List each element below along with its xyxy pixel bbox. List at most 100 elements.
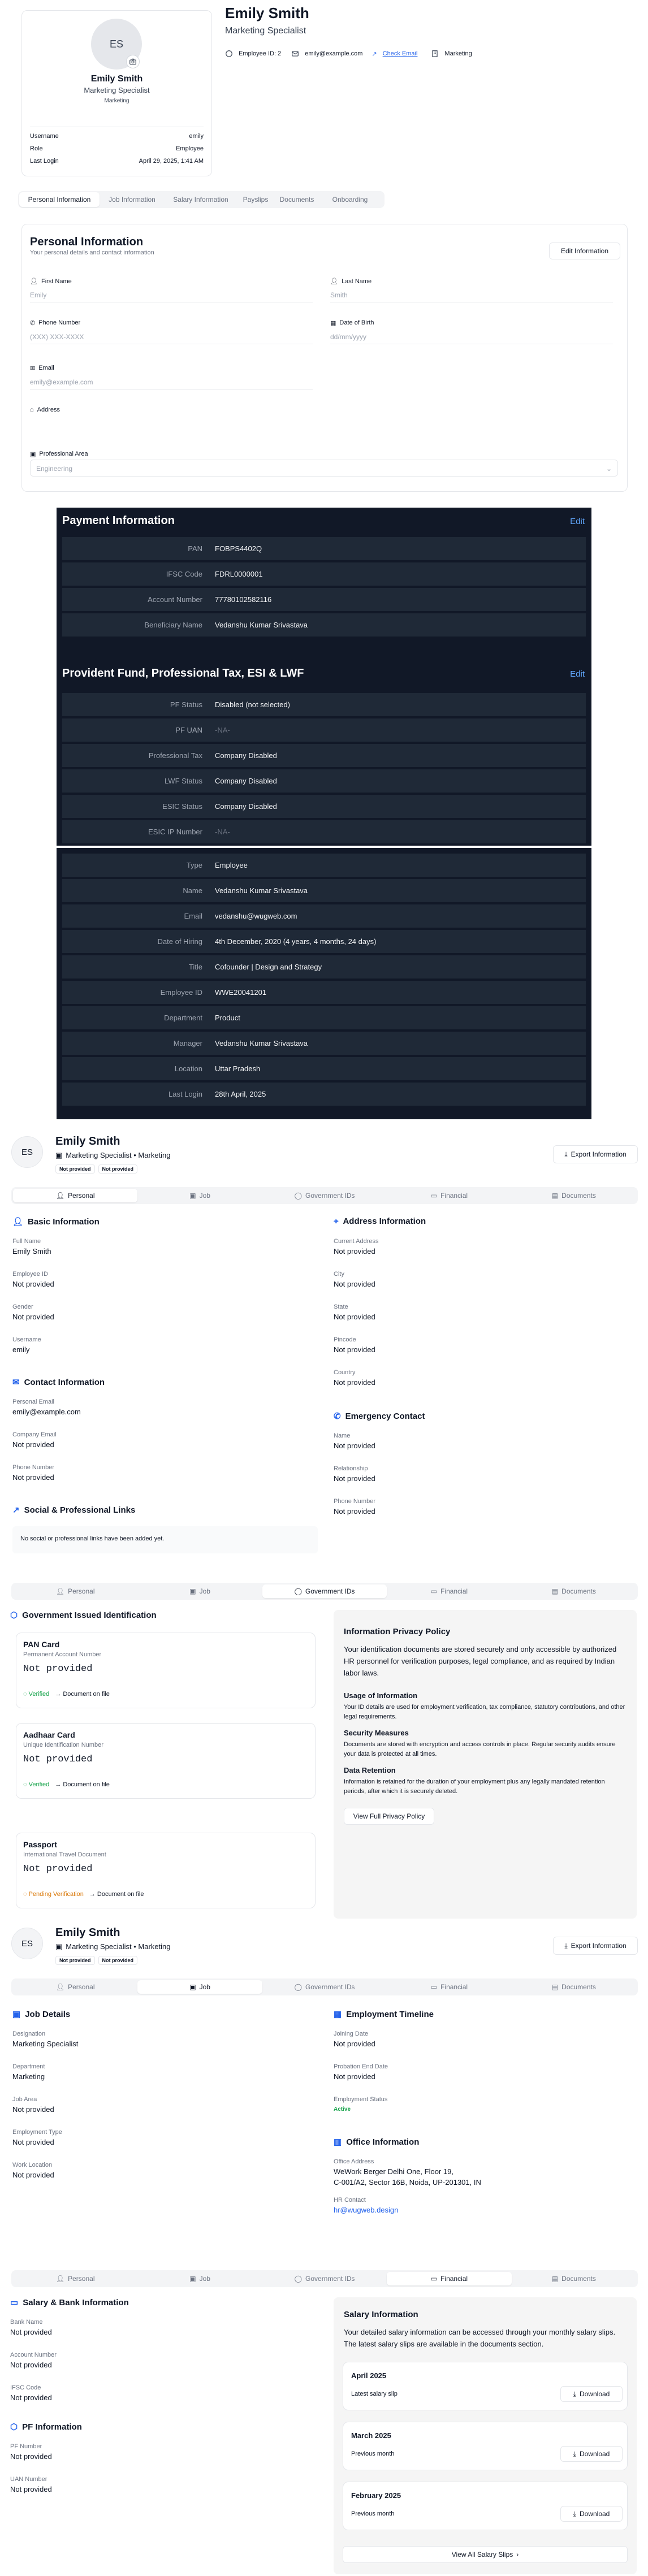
label: First Name bbox=[41, 278, 72, 285]
credit-card-icon: ▭ bbox=[10, 2298, 19, 2307]
value: Company Disabled bbox=[215, 777, 277, 785]
tab-job[interactable]: ▣ Job bbox=[137, 2272, 262, 2285]
phone-placeholder: (XXX) XXX-XXXX bbox=[30, 333, 84, 341]
tab-label: Financial bbox=[440, 1587, 468, 1595]
tab-documents[interactable]: ▤ Documents bbox=[512, 1189, 636, 1202]
tab-label: Job bbox=[199, 2275, 210, 2283]
status-badge: Not provided bbox=[55, 1164, 95, 1174]
tab-job[interactable]: ▣ Job bbox=[137, 1980, 262, 1994]
value: WWE20041201 bbox=[215, 988, 267, 997]
value: WeWork Berger Delhi One, Floor 19, bbox=[334, 2167, 453, 2176]
view-privacy-policy-button[interactable]: View Full Privacy Policy bbox=[344, 1808, 434, 1825]
label: Personal Email bbox=[12, 1399, 54, 1405]
card-status: ◌ Verified → Document on file bbox=[23, 1691, 110, 1698]
tab-government-ids[interactable]: ◯ Government IDs bbox=[262, 1189, 387, 1202]
professional-area-select[interactable]: Engineering ⌄ bbox=[30, 460, 618, 477]
slip-month: February 2025 bbox=[351, 2491, 401, 2500]
value: Not provided bbox=[10, 2485, 52, 2493]
payment-edit-link[interactable]: Edit bbox=[570, 517, 585, 526]
user-icon: 👤︎ bbox=[12, 1217, 24, 1227]
field: Department Marketing bbox=[12, 2063, 306, 2096]
tab-government-ids[interactable]: ◯ Government IDs bbox=[262, 1584, 387, 1598]
download-button[interactable]: ⤓ Download bbox=[560, 2506, 623, 2522]
briefcase-icon: ▣ bbox=[30, 451, 36, 458]
tab-financial[interactable]: ▭ Financial bbox=[387, 2272, 512, 2285]
export-information-button[interactable]: ⤓ Export Information bbox=[553, 1937, 638, 1955]
label: Department bbox=[12, 2063, 45, 2070]
tab-job-information[interactable]: Job Information bbox=[100, 192, 165, 207]
download-icon: ⤓ bbox=[573, 2389, 576, 2398]
value: 77780102582116 bbox=[215, 595, 272, 604]
download-button[interactable]: ⤓ Download bbox=[560, 2446, 623, 2462]
hr-email-link[interactable]: hr@wugweb.design bbox=[334, 2206, 628, 2214]
button-label: Download bbox=[579, 2390, 610, 2398]
tab-job[interactable]: ▣ Job bbox=[137, 1584, 262, 1598]
tab-personal[interactable]: 👤︎ Personal bbox=[13, 1980, 137, 1994]
view-all-salary-slips-button[interactable]: View All Salary Slips › bbox=[343, 2546, 628, 2563]
map-pin-icon: ⌖ bbox=[334, 1216, 339, 1226]
shield-icon: ⬡ bbox=[10, 2422, 18, 2432]
tab-personal[interactable]: 👤︎ Personal bbox=[13, 1584, 137, 1598]
download-button[interactable]: ⤓ Download bbox=[560, 2386, 623, 2402]
button-label: Download bbox=[579, 2450, 610, 2458]
field: Employment Type Not provided bbox=[12, 2129, 306, 2162]
tab-documents[interactable]: ▤ Documents bbox=[512, 1980, 636, 1994]
professional-area-label: ▣ Professional Area bbox=[30, 451, 88, 458]
label: Account Number bbox=[10, 2352, 57, 2358]
label: UAN Number bbox=[10, 2476, 47, 2483]
value: -NA- bbox=[215, 726, 230, 734]
card-status: ◌ Verified → Document on file bbox=[23, 1781, 110, 1788]
status-badges: Not provided Not provided bbox=[55, 1956, 137, 1965]
mail-icon: ✉ bbox=[12, 1378, 20, 1387]
tab-financial[interactable]: ▭ Financial bbox=[387, 1189, 511, 1202]
tab-documents[interactable]: Documents bbox=[274, 192, 319, 207]
file-icon: ▤ bbox=[551, 1587, 559, 1595]
export-information-button[interactable]: ⤓ Export Information bbox=[553, 1145, 638, 1163]
field: Company Email Not provided bbox=[12, 1431, 306, 1464]
user-icon: 👤︎ bbox=[55, 1587, 65, 1595]
pf-section: Provident Fund, Professional Tax, ESI & … bbox=[57, 659, 591, 846]
tab-personal[interactable]: 👤︎ Personal bbox=[13, 2272, 137, 2285]
edit-information-button[interactable]: Edit Information bbox=[549, 243, 620, 259]
payment-row: IFSC Code FDRL0000001 bbox=[62, 562, 586, 586]
pf-edit-link[interactable]: Edit bbox=[570, 669, 585, 679]
address-info-fields: Current Address Not provided City Not prov… bbox=[334, 1238, 628, 1402]
title-text: Emergency Contact bbox=[345, 1411, 425, 1421]
selected-value: Engineering bbox=[36, 465, 73, 473]
value: 4th December, 2020 (4 years, 4 months, 2… bbox=[215, 937, 377, 946]
last-name-input[interactable]: Smith bbox=[330, 287, 613, 302]
value: Vedanshu Kumar Srivastava bbox=[215, 886, 308, 895]
label: Email bbox=[38, 365, 54, 371]
field: Designation Marketing Specialist bbox=[12, 2031, 306, 2063]
field: Personal Email emily@example.com bbox=[12, 1399, 306, 1431]
tab-financial[interactable]: ▭ Financial bbox=[387, 1980, 511, 1994]
check-email-link[interactable]: Check Email bbox=[383, 50, 418, 57]
home-icon: ⌂ bbox=[30, 406, 34, 413]
label: IFSC Code bbox=[166, 570, 202, 578]
value: emily@example.com bbox=[12, 1408, 81, 1416]
label: Last Login bbox=[169, 1090, 202, 1098]
value: Not provided bbox=[10, 2393, 52, 2402]
email-input[interactable]: emily@example.com bbox=[30, 374, 313, 389]
slip-subtitle: Previous month bbox=[351, 2510, 395, 2517]
tab-onboarding[interactable]: Onboarding bbox=[319, 192, 381, 207]
profile-tabs: 👤︎ Personal ▣ Job ◯ Government IDs ▭ Financi… bbox=[11, 2270, 638, 2287]
tab-documents[interactable]: ▤ Documents bbox=[512, 1584, 636, 1598]
payment-row: PAN FOBPS4402Q bbox=[62, 537, 586, 561]
tab-financial[interactable]: ▭ Financial bbox=[387, 1584, 511, 1598]
camera-icon[interactable] bbox=[126, 55, 140, 68]
tab-payslips[interactable]: Payslips bbox=[237, 192, 274, 207]
phone-input[interactable]: (XXX) XXX-XXXX bbox=[30, 328, 313, 344]
dob-input[interactable]: dd/mm/yyyy bbox=[330, 328, 613, 344]
tab-job[interactable]: ▣ Job bbox=[137, 1189, 262, 1202]
tab-government-ids[interactable]: ◯ Government IDs bbox=[262, 1980, 387, 1994]
tab-salary-information[interactable]: Salary Information bbox=[165, 192, 237, 207]
tab-personal-information[interactable]: Personal Information bbox=[19, 192, 100, 207]
first-name-input[interactable]: Emily bbox=[30, 287, 313, 302]
tab-personal[interactable]: 👤︎ Personal bbox=[13, 1189, 138, 1202]
tab-government-ids[interactable]: ◯ Government IDs bbox=[262, 2272, 387, 2285]
label: Probation End Date bbox=[334, 2063, 388, 2070]
briefcase-icon: ▣ bbox=[12, 2010, 21, 2019]
tab-documents[interactable]: ▤ Documents bbox=[512, 2272, 636, 2285]
field: Current Address Not provided bbox=[334, 1238, 628, 1271]
